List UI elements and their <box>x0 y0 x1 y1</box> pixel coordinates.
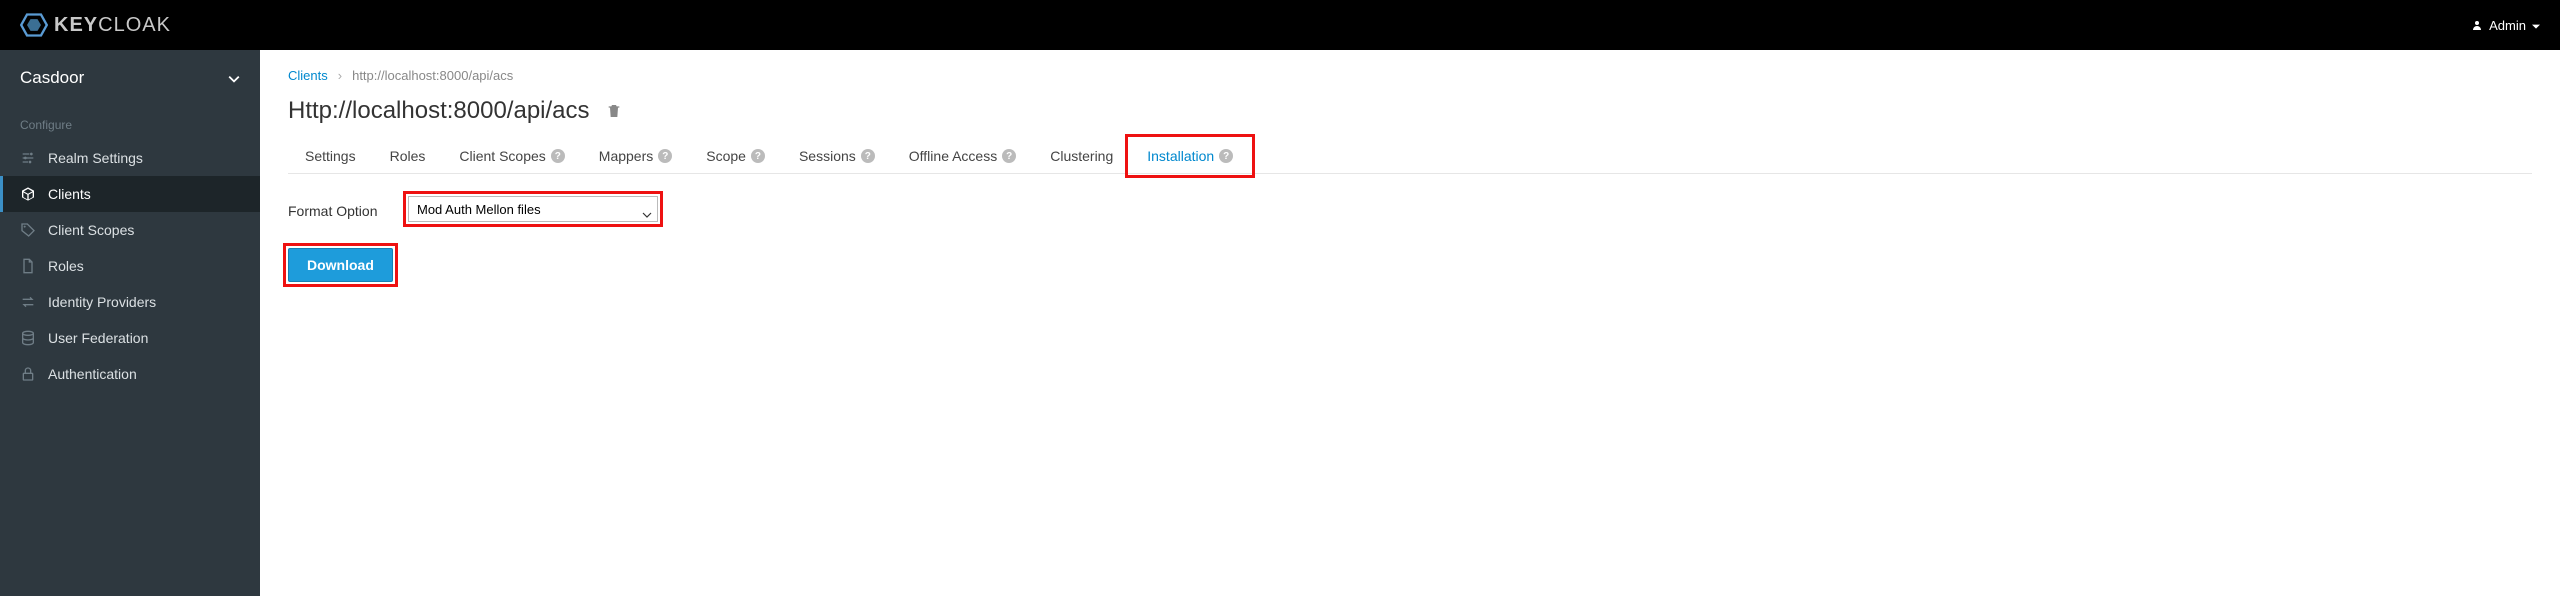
file-icon <box>20 258 36 274</box>
breadcrumb: Clients › http://localhost:8000/api/acs <box>288 68 2532 83</box>
tab-scope[interactable]: Scope? <box>689 139 782 173</box>
sidebar-item-label: Identity Providers <box>48 294 156 310</box>
chevron-down-icon <box>2532 18 2540 33</box>
tab-client-scopes[interactable]: Client Scopes? <box>442 139 581 173</box>
help-icon[interactable]: ? <box>551 149 565 163</box>
tab-label: Mappers <box>599 148 653 164</box>
sidebar-section-label: Configure <box>0 106 260 140</box>
realm-name: Casdoor <box>20 68 84 88</box>
realm-selector[interactable]: Casdoor <box>0 50 260 106</box>
tabs: SettingsRolesClient Scopes?Mappers?Scope… <box>288 139 2532 174</box>
sidebar-item-roles[interactable]: Roles <box>0 248 260 284</box>
sidebar-item-label: Roles <box>48 258 84 274</box>
format-option-select[interactable]: Mod Auth Mellon files <box>408 196 658 222</box>
chevron-right-icon: › <box>338 68 342 83</box>
chevron-down-icon <box>228 68 240 88</box>
tab-label: Clustering <box>1050 148 1113 164</box>
tab-label: Scope <box>706 148 746 164</box>
sidebar-item-user-federation[interactable]: User Federation <box>0 320 260 356</box>
exchange-icon <box>20 294 36 310</box>
sidebar-item-clients[interactable]: Clients <box>0 176 260 212</box>
tab-settings[interactable]: Settings <box>288 139 373 173</box>
trash-icon <box>606 102 622 120</box>
help-icon[interactable]: ? <box>751 149 765 163</box>
format-option-label: Format Option <box>288 196 388 220</box>
tags-icon <box>20 222 36 238</box>
download-button[interactable]: Download <box>288 248 393 282</box>
main-content: Clients › http://localhost:8000/api/acs … <box>260 50 2560 596</box>
logo-text: KEYCLOAK <box>54 14 171 37</box>
sidebar-item-label: User Federation <box>48 330 148 346</box>
format-option-select-wrap: Mod Auth Mellon files <box>408 196 658 222</box>
sidebar-item-label: Authentication <box>48 366 137 382</box>
help-icon[interactable]: ? <box>1002 149 1016 163</box>
lock-icon <box>20 366 36 382</box>
user-label: Admin <box>2489 18 2526 33</box>
tab-label: Installation <box>1147 148 1214 164</box>
tab-mappers[interactable]: Mappers? <box>582 139 689 173</box>
breadcrumb-root-link[interactable]: Clients <box>288 68 328 83</box>
keycloak-logo-icon <box>20 11 48 39</box>
tab-installation[interactable]: Installation? <box>1130 139 1250 173</box>
sidebar-item-label: Realm Settings <box>48 150 143 166</box>
help-icon[interactable]: ? <box>1219 149 1233 163</box>
sidebar-item-client-scopes[interactable]: Client Scopes <box>0 212 260 248</box>
logo[interactable]: KEYCLOAK <box>20 11 171 39</box>
tab-label: Offline Access <box>909 148 997 164</box>
tab-label: Roles <box>390 148 426 164</box>
breadcrumb-current: http://localhost:8000/api/acs <box>352 68 513 83</box>
page-title: Http://localhost:8000/api/acs <box>288 97 590 125</box>
tab-clustering[interactable]: Clustering <box>1033 139 1130 173</box>
tab-offline-access[interactable]: Offline Access? <box>892 139 1033 173</box>
sliders-icon <box>20 150 36 166</box>
sidebar-item-identity-providers[interactable]: Identity Providers <box>0 284 260 320</box>
database-icon <box>20 330 36 346</box>
help-icon[interactable]: ? <box>658 149 672 163</box>
user-icon <box>2471 19 2483 31</box>
tab-roles[interactable]: Roles <box>373 139 443 173</box>
user-menu[interactable]: Admin <box>2471 18 2540 33</box>
sidebar-item-authentication[interactable]: Authentication <box>0 356 260 392</box>
tab-label: Sessions <box>799 148 856 164</box>
cube-icon <box>20 186 36 202</box>
tab-label: Settings <box>305 148 356 164</box>
format-option-row: Format Option Mod Auth Mellon files <box>288 196 2532 222</box>
delete-button[interactable] <box>606 102 622 120</box>
sidebar: Casdoor Configure Realm Settings Clients C… <box>0 50 260 596</box>
help-icon[interactable]: ? <box>861 149 875 163</box>
page-title-row: Http://localhost:8000/api/acs <box>288 97 2532 125</box>
sidebar-item-realm-settings[interactable]: Realm Settings <box>0 140 260 176</box>
tab-label: Client Scopes <box>459 148 545 164</box>
sidebar-item-label: Client Scopes <box>48 222 134 238</box>
tab-sessions[interactable]: Sessions? <box>782 139 892 173</box>
top-header: KEYCLOAK Admin <box>0 0 2560 50</box>
sidebar-item-label: Clients <box>48 186 91 202</box>
